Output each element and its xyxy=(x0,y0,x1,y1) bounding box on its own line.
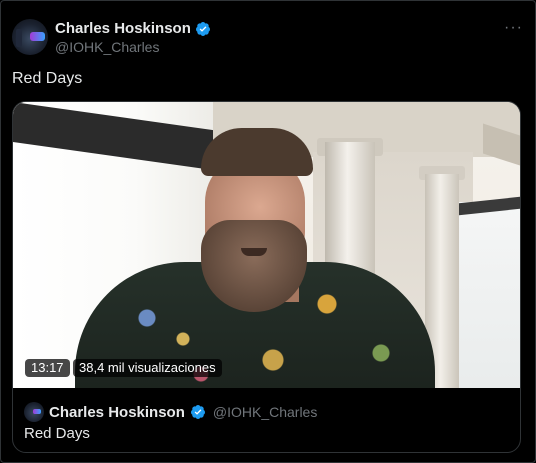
verified-badge-icon xyxy=(195,21,210,36)
quoted-author-row: Charles Hoskinson @IOHK_Charles xyxy=(24,402,317,422)
quoted-tweet-text: Red Days xyxy=(24,425,90,442)
more-options-icon[interactable]: ··· xyxy=(504,19,523,37)
video-person-hair xyxy=(201,128,313,176)
author-display-name[interactable]: Charles Hoskinson xyxy=(55,20,191,37)
avatar-headphone-band xyxy=(16,29,22,47)
video-window-right xyxy=(459,202,520,388)
avatar-visor xyxy=(30,32,45,41)
author-handle[interactable]: @IOHK_Charles xyxy=(55,39,159,55)
quoted-verified-badge-icon xyxy=(190,405,205,419)
tweet-container: Charles Hoskinson @IOHK_Charles ··· Red … xyxy=(0,0,536,463)
video-views-badge: 38,4 mil visualizaciones xyxy=(73,359,222,377)
video-player[interactable]: 13:17 38,4 mil visualizaciones xyxy=(13,102,520,388)
quoted-author-avatar[interactable] xyxy=(24,402,44,422)
quoted-tweet-card[interactable]: 13:17 38,4 mil visualizaciones Charles H… xyxy=(12,101,521,453)
quoted-author-handle[interactable]: @IOHK_Charles xyxy=(213,404,317,420)
author-avatar[interactable] xyxy=(12,19,48,55)
video-duration-badge: 13:17 xyxy=(25,359,70,377)
video-person-mouth xyxy=(241,248,267,256)
author-name-row: Charles Hoskinson xyxy=(55,20,211,37)
quoted-author-display-name[interactable]: Charles Hoskinson xyxy=(49,404,185,421)
tweet-text: Red Days xyxy=(12,70,83,87)
